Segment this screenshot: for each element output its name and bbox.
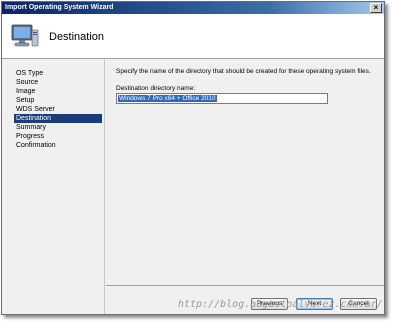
step-setup: Setup bbox=[16, 97, 35, 104]
instruction-text: Specify the name of the directory that s… bbox=[116, 68, 371, 75]
step-progress: Progress bbox=[16, 133, 45, 140]
close-button[interactable]: × bbox=[370, 3, 382, 13]
destination-directory-input[interactable]: Windows 7 Pro x64 + Office 2010 bbox=[116, 93, 328, 104]
step-os-type: OS Type bbox=[16, 70, 44, 77]
page-title: Destination bbox=[49, 31, 105, 43]
wizard-header: Destination bbox=[2, 14, 384, 59]
step-confirmation: Confirmation bbox=[16, 142, 56, 149]
step-summary: Summary bbox=[16, 124, 46, 131]
close-icon: × bbox=[373, 3, 379, 12]
window-title: Import Operating System Wizard bbox=[5, 4, 114, 11]
watermark-url: http://blog.augustoalvarez.com.ar/ bbox=[178, 299, 383, 310]
footer-divider bbox=[106, 285, 384, 286]
step-source: Source bbox=[16, 79, 39, 86]
step-destination: Destination bbox=[14, 114, 102, 123]
steps-list: OS Type Source Image Setup WDS Server De… bbox=[14, 69, 102, 150]
destination-field-label: Destination directory name: bbox=[116, 85, 196, 92]
wizard-window: Import Operating System Wizard × Destina… bbox=[1, 1, 385, 315]
computer-monitor-icon bbox=[11, 24, 39, 47]
step-wds-server: WDS Server bbox=[16, 106, 55, 113]
title-bar[interactable]: Import Operating System Wizard × bbox=[2, 2, 384, 14]
step-image: Image bbox=[16, 88, 36, 95]
wizard-content: Specify the name of the directory that s… bbox=[106, 60, 384, 314]
wizard-steps-sidebar: OS Type Source Image Setup WDS Server De… bbox=[2, 60, 105, 314]
destination-directory-value: Windows 7 Pro x64 + Office 2010 bbox=[118, 95, 217, 102]
